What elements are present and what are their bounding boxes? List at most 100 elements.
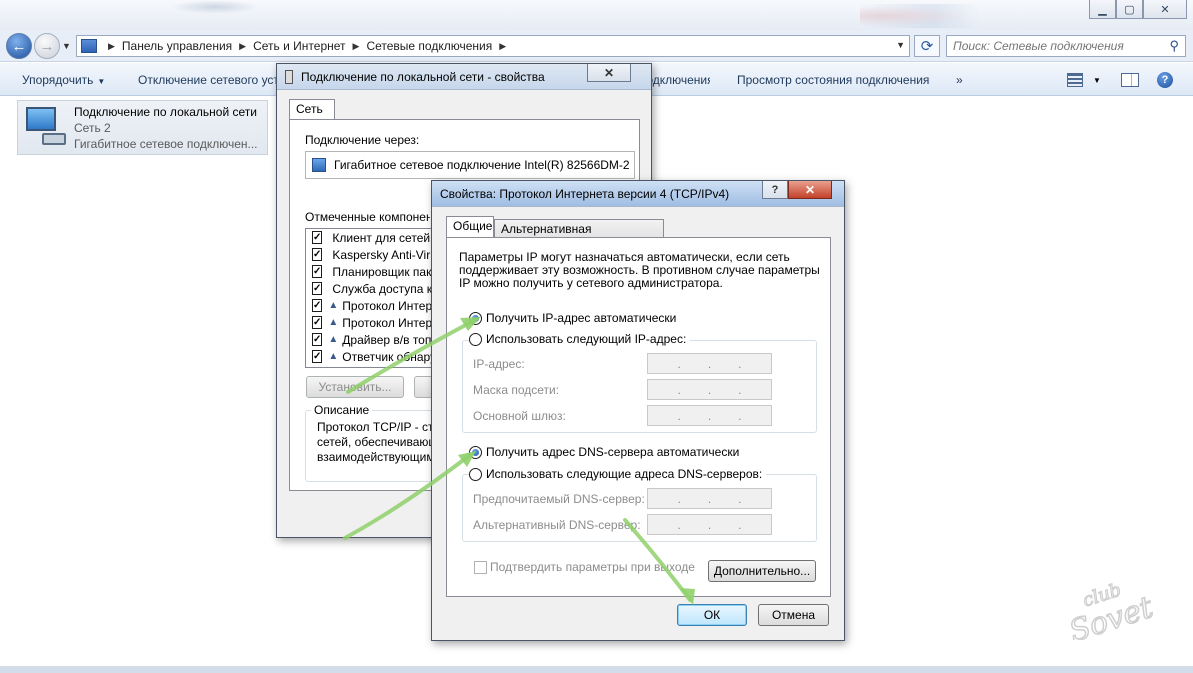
component-checkbox[interactable]: ✓ <box>312 299 323 312</box>
view-options[interactable]: ▼ <box>1067 70 1101 90</box>
address-dropdown-icon[interactable]: ▼ <box>896 40 905 50</box>
list-item[interactable]: ✓ Служба доступа к файлам и принтерам <box>306 280 434 297</box>
monitor-shape <box>26 107 56 131</box>
adapter-name: Гигабитное сетевое подключение Intel(R) … <box>334 158 630 172</box>
gateway-label: Основной шлюз: <box>473 409 566 423</box>
validate-label: Подтвердить параметры при выходе <box>490 560 695 574</box>
ip-manual-radio[interactable] <box>469 332 482 346</box>
close-button[interactable]: ✕ <box>1143 0 1187 19</box>
list-item[interactable]: ✓ Планировщик пакетов QoS <box>306 263 434 280</box>
dns-auto-radio[interactable] <box>469 445 482 459</box>
search-box[interactable]: ⚲ <box>946 35 1186 57</box>
help-button[interactable]: ? <box>1157 70 1173 90</box>
ip-dot: . <box>677 382 681 397</box>
list-item[interactable]: ✓ ▲Протокол Интернета версии 6 (TCP/IPv6) <box>306 297 434 314</box>
component-checkbox[interactable]: ✓ <box>312 333 323 346</box>
ip-dot: . <box>707 382 712 397</box>
component-label: Клиент для сетей Microsoft <box>332 230 434 245</box>
ok-button[interactable]: ОК <box>677 604 747 626</box>
titlebar-blur <box>170 0 260 14</box>
protocol-icon: ▲ <box>328 350 339 362</box>
connection-name: Подключение по локальной сети <box>74 105 257 119</box>
ip-dot: . <box>677 408 681 423</box>
minimize-button[interactable]: ▁ <box>1089 0 1116 19</box>
dns-preferred-field[interactable]: ... <box>647 488 772 509</box>
organize-label: Упорядочить <box>22 73 94 87</box>
dns-alternate-field[interactable]: ... <box>647 514 772 535</box>
list-item[interactable]: ✓ ▲Протокол Интернета версии 4 (TCP/IPv4) <box>306 314 434 331</box>
tab-alternate-config[interactable]: Альтернативная конфигурация <box>494 219 664 250</box>
component-checkbox[interactable]: ✓ <box>312 350 323 363</box>
list-item[interactable]: ✓ ▲Драйвер в/в тополога канального уровня <box>306 331 434 348</box>
component-checkbox[interactable]: ✓ <box>312 282 323 295</box>
user-avatar-blur <box>860 4 980 28</box>
info-text: Параметры IP могут назначаться автоматич… <box>459 251 820 290</box>
dns-auto-option[interactable]: Получить адрес DNS-сервера автоматически <box>469 445 739 459</box>
breadcrumb-item[interactable]: Сетевые подключения <box>366 39 492 53</box>
subnet-mask-field[interactable]: ... <box>647 379 772 400</box>
chevron-right-icon[interactable]: ▶ <box>108 41 115 52</box>
list-item[interactable]: ✓ ▲Ответчик обнаружения топологии <box>306 348 434 365</box>
connect-using-label: Подключение через: <box>305 133 420 147</box>
ip-dot: . <box>707 356 712 371</box>
refresh-button[interactable]: ⟳ <box>914 35 940 57</box>
address-bar[interactable]: ▶ Панель управления ▶ Сеть и Интернет ▶ … <box>76 35 910 57</box>
breadcrumb-item[interactable]: Сеть и Интернет <box>253 39 345 53</box>
list-item[interactable]: ✓ Клиент для сетей Microsoft <box>306 229 434 246</box>
install-button[interactable]: Установить... <box>306 376 404 398</box>
tab-general[interactable]: Общие <box>446 216 494 238</box>
forward-button[interactable]: → <box>34 33 60 59</box>
ip-dot: . <box>738 517 742 532</box>
component-checkbox[interactable]: ✓ <box>312 316 323 329</box>
history-dropdown-icon[interactable]: ▼ <box>62 41 71 51</box>
description-line: взаимодействующими сетями. <box>317 450 431 464</box>
close-button[interactable]: ✕ <box>587 64 631 82</box>
cancel-button[interactable]: Отмена <box>758 604 829 626</box>
validate-checkbox[interactable] <box>474 560 487 574</box>
view-status-button[interactable]: Просмотр состояния подключения <box>737 73 929 87</box>
preview-pane-button[interactable] <box>1121 70 1139 90</box>
control-panel-icon <box>81 39 97 53</box>
gateway-field[interactable]: ... <box>647 405 772 426</box>
ip-dot: . <box>677 491 681 506</box>
validate-option[interactable]: Подтвердить параметры при выходе <box>474 560 695 574</box>
adapter-field: Гигабитное сетевое подключение Intel(R) … <box>305 151 635 179</box>
dns-manual-option[interactable]: Использовать следующие адреса DNS-сервер… <box>469 467 767 481</box>
chevron-right-icon[interactable]: ▶ <box>353 41 360 52</box>
component-checkbox[interactable]: ✓ <box>312 248 323 261</box>
connection-network: Сеть 2 <box>74 121 111 135</box>
connection-item[interactable]: Подключение по локальной сети Сеть 2 Гиг… <box>17 100 268 155</box>
maximize-button[interactable]: ▢ <box>1116 0 1143 19</box>
help-icon: ? <box>1157 72 1173 88</box>
back-button[interactable]: ← <box>6 33 32 59</box>
dns-auto-label: Получить адрес DNS-сервера автоматически <box>486 445 740 459</box>
connection-text: Подключение по локальной сети Сеть 2 Гиг… <box>74 101 258 154</box>
cable-shape <box>42 133 66 145</box>
ip-manual-option[interactable]: Использовать следующий IP-адрес: <box>469 332 691 346</box>
close-button[interactable]: ✕ <box>788 181 832 199</box>
ip-auto-radio[interactable] <box>469 311 482 325</box>
search-icon[interactable]: ⚲ <box>1169 38 1179 54</box>
adapter-icon <box>312 158 326 172</box>
close-icon: ✕ <box>603 65 615 80</box>
component-checkbox[interactable]: ✓ <box>312 231 323 244</box>
component-checkbox[interactable]: ✓ <box>312 265 323 278</box>
search-input[interactable] <box>953 39 1163 53</box>
description-line: Протокол TCP/IP - стандартный протокол г… <box>317 420 431 434</box>
list-item[interactable]: ✓ Kaspersky Anti-Virus NDIS 6 Filter <box>306 246 434 263</box>
help-button[interactable]: ? <box>762 181 788 199</box>
breadcrumb-item[interactable]: Панель управления <box>122 39 232 53</box>
window-titlebar: ▁ ▢ ✕ <box>0 0 1193 30</box>
chevron-right-icon[interactable]: ▶ <box>239 41 246 52</box>
organize-menu[interactable]: Упорядочить ▼ <box>22 73 105 87</box>
tab-network[interactable]: Сеть <box>289 99 335 119</box>
close-icon: ✕ <box>804 182 816 197</box>
advanced-button[interactable]: Дополнительно... <box>708 560 816 582</box>
ip-auto-option[interactable]: Получить IP-адрес автоматически <box>469 311 676 325</box>
chevron-right-icon[interactable]: ▶ <box>499 41 506 52</box>
dns-manual-radio[interactable] <box>469 467 482 481</box>
ip-address-field[interactable]: ... <box>647 353 772 374</box>
description-title: Описание <box>311 403 373 417</box>
more-commands-button[interactable]: » <box>956 73 963 87</box>
components-list[interactable]: ✓ Клиент для сетей Microsoft ✓ Kaspersky A… <box>305 228 435 368</box>
